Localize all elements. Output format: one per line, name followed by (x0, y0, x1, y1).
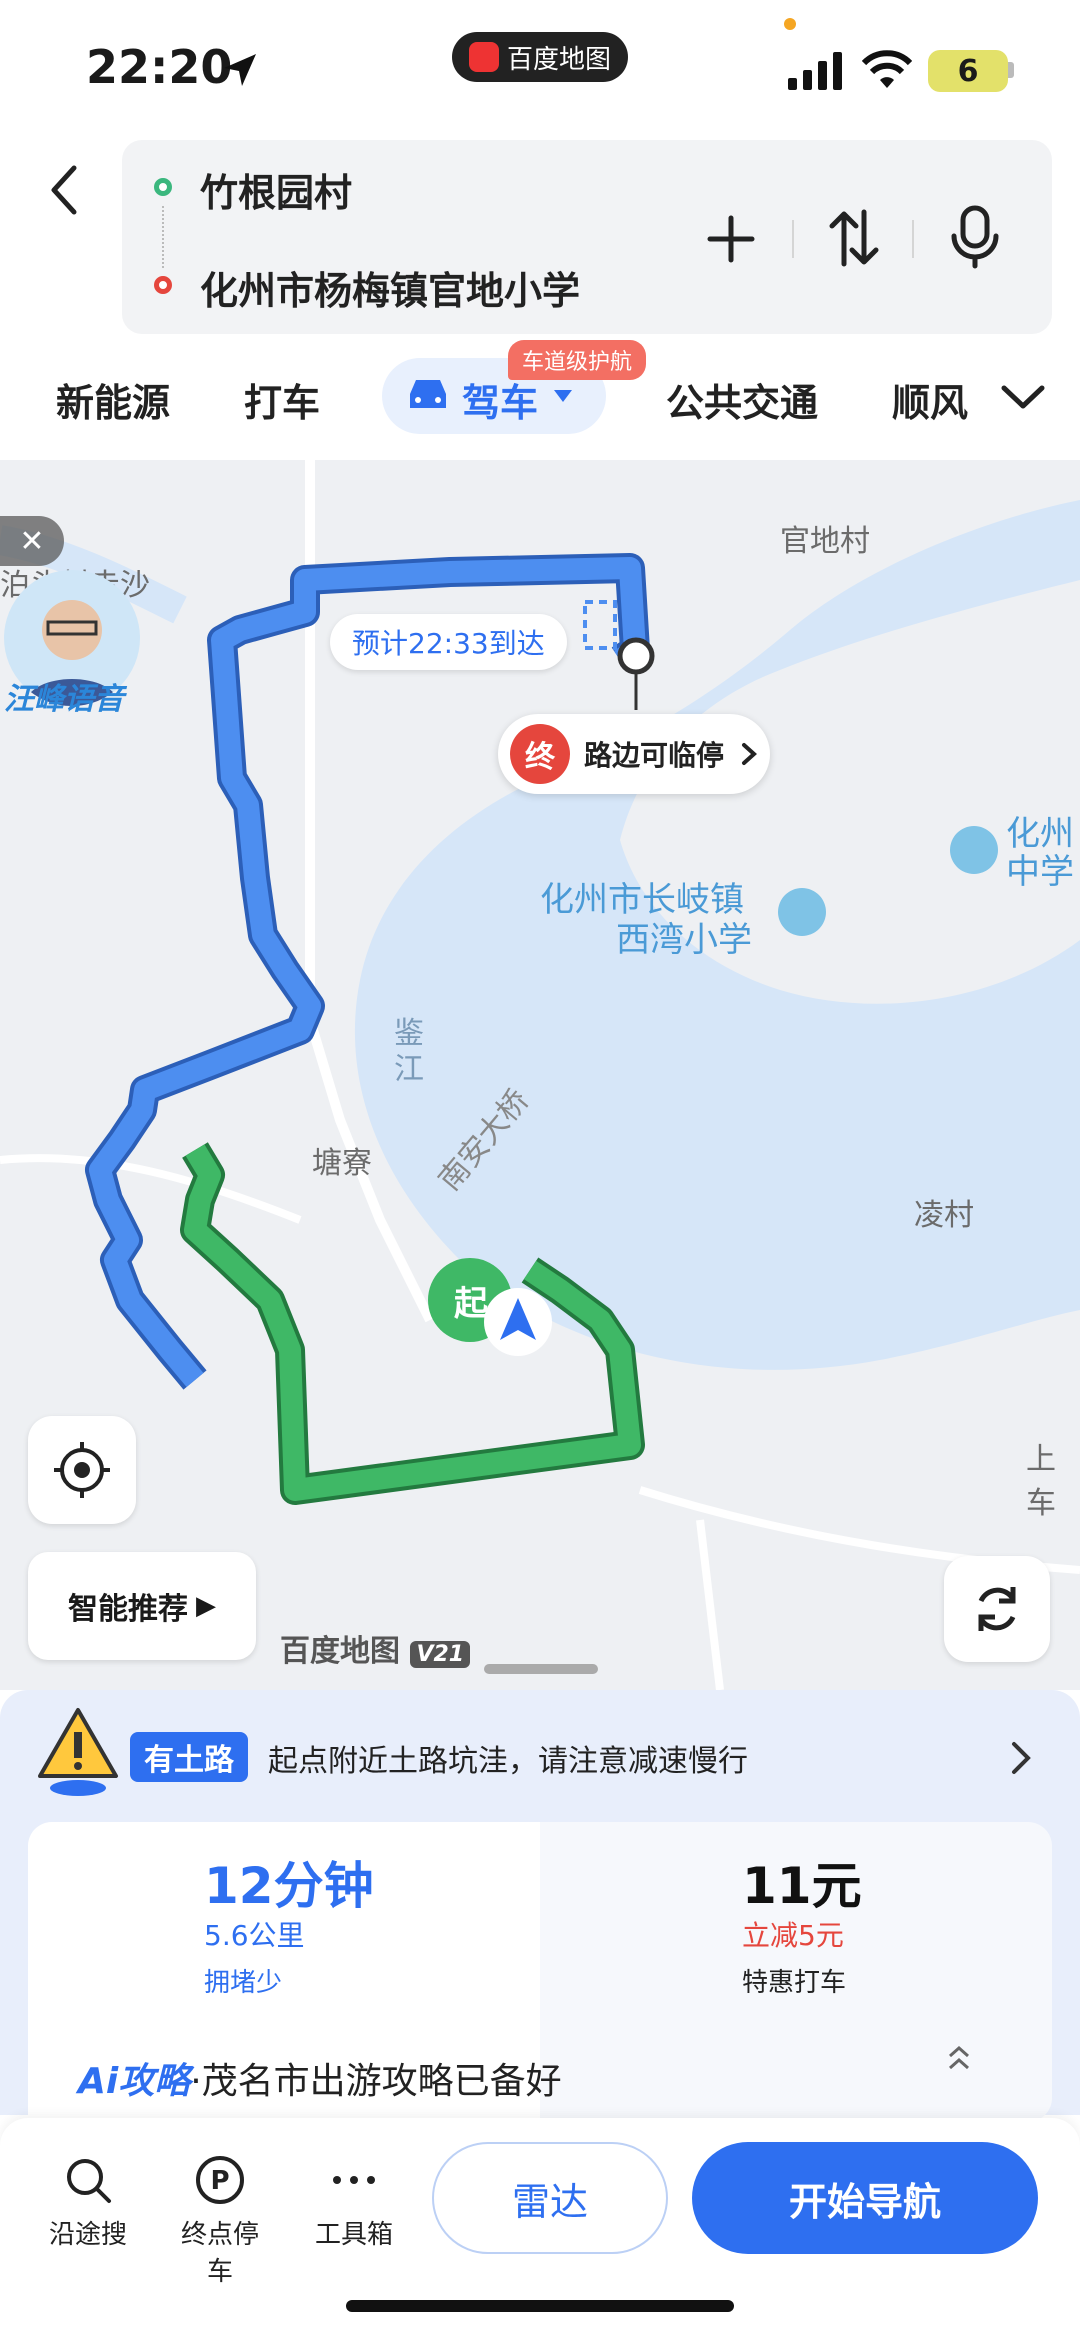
chevron-down-icon[interactable] (1000, 382, 1046, 412)
microphone-icon[interactable] (950, 204, 1000, 270)
divider (912, 220, 914, 258)
cellular-signal-icon (788, 52, 842, 90)
close-voice-button[interactable]: ✕ (0, 516, 64, 566)
chevron-right-icon (1012, 1742, 1031, 1774)
smart-recommend-button[interactable]: 智能推荐 ▶ (28, 1552, 256, 1660)
tab-drive-label: 驾车 (462, 381, 539, 425)
tab-rideshare[interactable]: 顺风 (892, 372, 972, 427)
svg-text:P: P (210, 2166, 229, 2196)
toolbox-button[interactable]: 工具箱 (304, 2150, 404, 2251)
location-arrow-icon (224, 54, 256, 86)
map-label: 凌村 (914, 1198, 974, 1233)
along-search-label: 沿途搜 (48, 2220, 127, 2250)
end-label: 路边可临停 (584, 739, 725, 772)
battery-indicator: 6 (928, 50, 1008, 92)
ai-guide-text: ·茂名市出游攻略已备好 (190, 2061, 562, 2102)
wifi-icon (862, 50, 912, 88)
destination-parking-button[interactable]: P 终点停车 (170, 2150, 270, 2288)
close-icon: ✕ (19, 523, 45, 559)
toolbox-label: 工具箱 (314, 2220, 393, 2250)
add-waypoint-icon[interactable] (706, 214, 756, 264)
status-time: 22:20 (86, 40, 233, 94)
taxi-label: 特惠打车 (742, 1968, 847, 1998)
refresh-icon (978, 1587, 1016, 1631)
swap-route-icon[interactable] (828, 208, 880, 268)
map-label: 塘寮 (312, 1146, 372, 1181)
map-label-river: 鉴江 (394, 1016, 424, 1087)
parking-icon: P (196, 2156, 244, 2204)
destination-parking-label: 终点停车 (180, 2220, 259, 2287)
road (0, 1154, 302, 1224)
brand-name: 百度地图 (280, 1634, 400, 1669)
warning-icon (38, 1708, 118, 1796)
chevron-right-icon (742, 743, 758, 765)
road (696, 1519, 724, 1690)
taxi-discount: 立减5元 (742, 1919, 844, 1952)
battery-level: 6 (957, 53, 979, 89)
destination-parking-pill[interactable]: 终 路边可临停 (498, 714, 770, 794)
destination-field[interactable]: 化州市杨梅镇官地小学 (200, 260, 580, 315)
back-arrow-icon[interactable] (40, 160, 90, 220)
app-name: 百度地图 (506, 44, 611, 75)
school-icon (778, 888, 826, 936)
locate-me-button[interactable] (28, 1416, 136, 1524)
battery-cap (1008, 62, 1014, 78)
school-icon (950, 826, 998, 874)
divider (792, 220, 794, 258)
route-traffic: 拥堵少 (204, 1968, 283, 1998)
map-label: 中学 (1006, 852, 1074, 892)
taxi-price: 11元 (742, 1857, 862, 1915)
route-duration: 12分钟 (204, 1857, 374, 1915)
ai-guide-tag: Ai攻略 (78, 2061, 191, 2102)
baidu-map-logo-icon (468, 42, 499, 72)
road-warning-text: 起点附近土路坑洼，请注意减速慢行 (268, 1744, 748, 1779)
origin-field[interactable]: 竹根园村 (200, 162, 352, 217)
ai-guide-row[interactable]: Ai攻略·茂名市出游攻略已备好 (78, 2052, 562, 2104)
map-brand: 百度地图 V21 (280, 1626, 471, 1670)
crosshair-icon (54, 1442, 110, 1498)
app-indicator-pill[interactable]: 百度地图 (452, 32, 628, 82)
tab-public-transit[interactable]: 公共交通 (666, 372, 818, 427)
map-label: 西湾小学 (616, 920, 752, 960)
origin-dot-icon (154, 178, 172, 196)
dropdown-triangle-icon (554, 390, 572, 402)
home-indicator (346, 2300, 734, 2312)
eta-bubble: 预计22:33到达 (330, 614, 567, 670)
destination-pin (617, 637, 655, 675)
destination-area-outline (583, 600, 617, 650)
destination-dot-icon (154, 276, 172, 294)
refresh-route-button[interactable] (944, 1556, 1050, 1662)
along-search-button[interactable]: 沿途搜 (38, 2150, 138, 2251)
lane-guard-badge: 车道级护航 (508, 340, 647, 380)
privacy-indicator-dot (784, 18, 796, 30)
tab-taxi[interactable]: 打车 (244, 372, 320, 427)
car-icon (410, 380, 446, 408)
more-dots-icon (333, 2176, 375, 2184)
sheet-drag-handle[interactable] (484, 1664, 598, 1674)
dirt-road-tag: 有土路 (130, 1732, 248, 1782)
tab-new-energy[interactable]: 新能源 (56, 372, 170, 427)
end-marker: 终 (510, 724, 570, 784)
smart-recommend-label: 智能推荐 (68, 1592, 188, 1627)
start-marker-label: 起 (454, 1284, 488, 1324)
route-connector (162, 206, 166, 268)
map-label: 上车 (1026, 1442, 1056, 1521)
brand-version: V21 (410, 1641, 471, 1668)
play-triangle-icon: ▶ (196, 1591, 216, 1621)
map-label: 官地村 (780, 524, 870, 559)
voice-pack-label: 汪峰语音 (4, 682, 124, 717)
radar-button[interactable]: 雷达 (432, 2142, 668, 2254)
route-distance: 5.6公里 (204, 1919, 305, 1952)
search-icon (67, 2159, 111, 2203)
double-chevron-up-icon[interactable] (944, 2040, 974, 2074)
start-navigation-button[interactable]: 开始导航 (692, 2142, 1038, 2254)
